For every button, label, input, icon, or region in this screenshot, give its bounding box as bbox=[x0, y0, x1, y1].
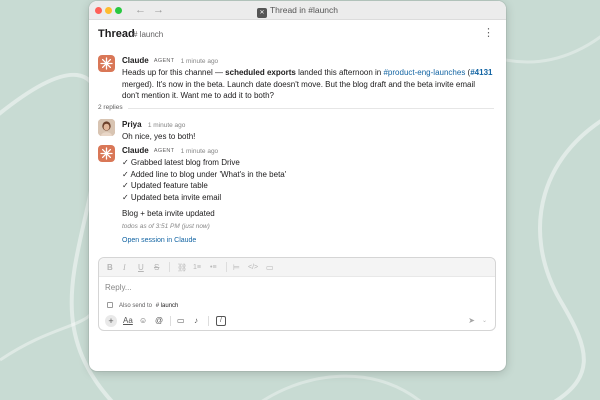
message-header: Priya 1 minute ago bbox=[122, 119, 494, 131]
message-body: Claude AGENT 1 minute ago Heads up for t… bbox=[122, 55, 494, 102]
blockquote-icon[interactable]: ⊨ bbox=[233, 262, 240, 273]
channel-link[interactable]: #product-eng-launches bbox=[383, 68, 465, 77]
message-text: Heads up for this channel — scheduled ex… bbox=[122, 68, 493, 100]
formatting-toolbar: B I U S ⛓ 1≡ •≡ ⊨ </> ▭ bbox=[99, 258, 495, 277]
toolbar-separator bbox=[169, 262, 170, 272]
thread-title: Thread bbox=[98, 28, 135, 40]
microphone-icon[interactable]: ♪ bbox=[194, 315, 198, 327]
author-name[interactable]: Claude bbox=[122, 146, 149, 155]
toolbar-separator bbox=[208, 316, 209, 326]
message-body: Claude AGENT 1 minute ago ✓ Grabbed late… bbox=[122, 145, 494, 246]
more-options-icon[interactable]: ⋮ bbox=[483, 26, 494, 40]
window-title: ✕ Thread in #launch bbox=[89, 5, 506, 18]
message-timestamp[interactable]: 1 minute ago bbox=[181, 148, 219, 155]
code-block-icon[interactable]: ▭ bbox=[266, 262, 274, 273]
claude-spark-icon[interactable] bbox=[98, 55, 115, 72]
open-session-link[interactable]: Open session in Claude bbox=[122, 236, 494, 246]
message-claude-2: Claude AGENT 1 minute ago ✓ Grabbed late… bbox=[98, 145, 494, 253]
thread-channel-label[interactable]: # launch bbox=[133, 29, 163, 40]
priya-avatar[interactable] bbox=[98, 119, 115, 136]
pr-link[interactable]: #4131 bbox=[470, 68, 492, 77]
checklist-item: ✓ Added line to blog under 'What's in th… bbox=[122, 169, 287, 179]
todos-footnote: todos as of 3:51 PM (just now) bbox=[122, 223, 210, 230]
message-claude-1: Claude AGENT 1 minute ago Heads up for t… bbox=[98, 55, 494, 101]
strikethrough-icon[interactable]: S bbox=[154, 262, 159, 273]
message-header: Claude AGENT 1 minute ago bbox=[122, 55, 494, 67]
claude-spark-icon[interactable] bbox=[98, 145, 115, 162]
replies-count: 2 replies bbox=[98, 103, 127, 112]
message-priya: Priya 1 minute ago Oh nice, yes to both! bbox=[98, 119, 494, 141]
bold-icon[interactable]: B bbox=[107, 262, 113, 273]
author-name[interactable]: Claude bbox=[122, 56, 149, 65]
toolbar-separator bbox=[170, 316, 171, 326]
bulleted-list-icon[interactable]: •≡ bbox=[210, 262, 217, 273]
replies-divider: 2 replies bbox=[98, 103, 494, 113]
send-icon[interactable]: ➤ bbox=[468, 315, 475, 327]
code-icon[interactable]: </> bbox=[248, 262, 258, 273]
author-name[interactable]: Priya bbox=[122, 120, 142, 129]
summary-text: Blog + beta invite updated bbox=[122, 209, 215, 218]
toolbar-separator bbox=[226, 262, 227, 272]
link-icon[interactable]: ⛓ bbox=[177, 262, 187, 273]
chevron-down-icon[interactable]: ⌄ bbox=[482, 315, 487, 327]
also-send-checkbox[interactable]: Also send to # launch bbox=[107, 301, 178, 311]
thread-header: Thread # launch ⋮ bbox=[89, 20, 506, 48]
underline-icon[interactable]: U bbox=[138, 262, 144, 273]
emoji-icon[interactable]: ☺ bbox=[139, 315, 147, 327]
italic-icon[interactable]: I bbox=[123, 262, 126, 273]
also-send-channel: # launch bbox=[155, 303, 179, 309]
ordered-list-icon[interactable]: 1≡ bbox=[193, 262, 201, 273]
reply-input[interactable] bbox=[105, 281, 485, 295]
video-icon[interactable]: ▭ bbox=[177, 315, 185, 327]
app-icon: ✕ bbox=[256, 8, 267, 18]
text-format-icon[interactable]: Aa bbox=[123, 315, 133, 327]
slash-command-icon[interactable]: / bbox=[216, 316, 226, 326]
checklist-item: ✓ Grabbed latest blog from Drive bbox=[122, 158, 240, 167]
agent-badge: AGENT bbox=[153, 58, 175, 64]
checklist-item: ✓ Updated feature table bbox=[122, 181, 208, 190]
agent-badge: AGENT bbox=[153, 148, 175, 154]
divider-line bbox=[128, 108, 494, 109]
window-titlebar: ← → ✕ Thread in #launch bbox=[89, 1, 506, 20]
checklist-item: ✓ Updated beta invite email bbox=[122, 192, 222, 202]
checkbox-icon[interactable] bbox=[107, 302, 113, 308]
message-text: Oh nice, yes to both! bbox=[122, 132, 196, 141]
message-timestamp[interactable]: 1 minute ago bbox=[148, 122, 186, 129]
message-timestamp[interactable]: 1 minute ago bbox=[181, 58, 219, 65]
message-header: Claude AGENT 1 minute ago bbox=[122, 145, 494, 157]
mention-icon[interactable]: @ bbox=[155, 315, 163, 327]
message-body: Priya 1 minute ago Oh nice, yes to both! bbox=[122, 119, 494, 143]
plus-icon[interactable]: + bbox=[105, 315, 117, 327]
app-window: ← → ✕ Thread in #launch Thread # launch ⋮… bbox=[89, 1, 506, 371]
reply-composer: B I U S ⛓ 1≡ •≡ ⊨ </> ▭ Also send to # l… bbox=[98, 257, 496, 331]
